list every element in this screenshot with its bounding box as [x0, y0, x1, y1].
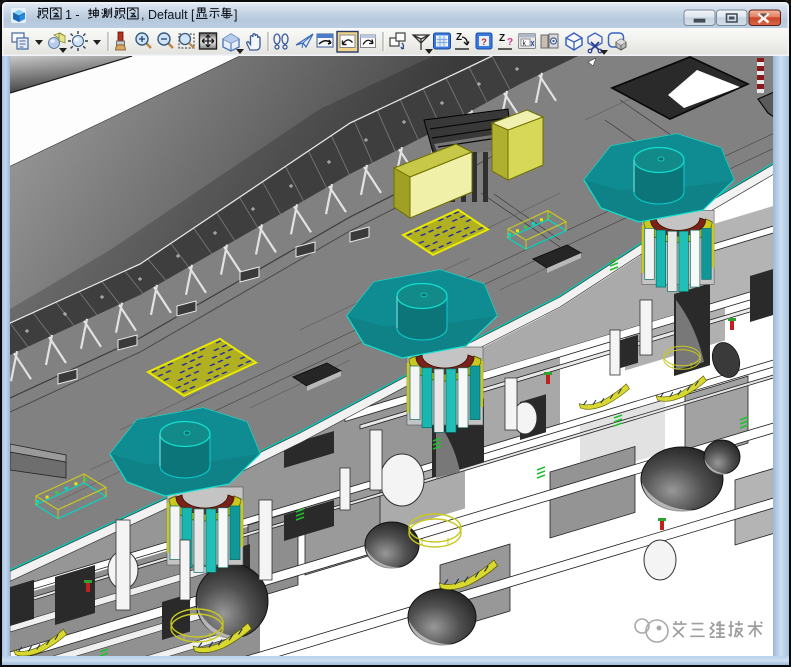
svg-text:k: k	[523, 41, 527, 48]
svg-text:?: ?	[507, 37, 513, 48]
svg-text:Z: Z	[499, 33, 505, 44]
svg-text:]: ]	[234, 8, 237, 22]
svg-text:?: ?	[481, 37, 487, 47]
svg-text:Z: Z	[456, 32, 462, 43]
svg-text:, Default [: , Default [	[141, 8, 195, 22]
svg-text:1 -: 1 -	[65, 8, 80, 22]
